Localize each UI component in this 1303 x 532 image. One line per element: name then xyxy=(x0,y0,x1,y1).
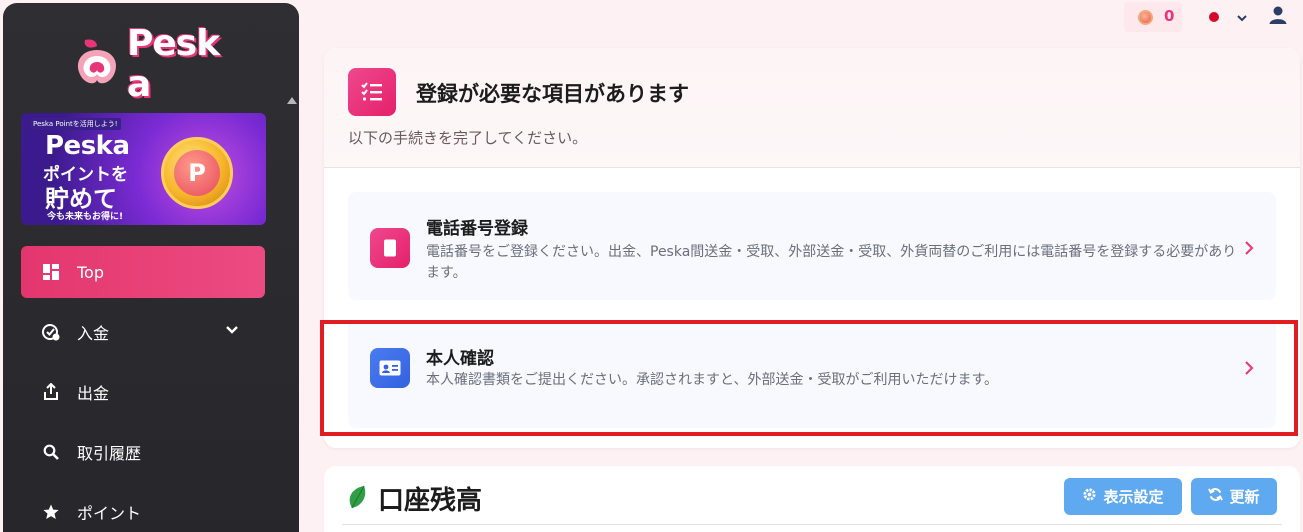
chevron-down-icon[interactable] xyxy=(1236,9,1248,28)
user-icon[interactable] xyxy=(1268,5,1288,29)
search-icon xyxy=(41,444,61,460)
refresh-icon xyxy=(1208,487,1224,506)
japan-flag-icon[interactable] xyxy=(1209,12,1219,22)
peach-logo-icon xyxy=(69,36,125,92)
sidebar-item-label: 入金 xyxy=(77,324,110,343)
notice-subtitle: 以下の手続きを完了してください。 xyxy=(348,129,588,147)
gear-icon xyxy=(1082,487,1097,506)
sidebar-item-top[interactable]: Top xyxy=(21,246,265,298)
task-description: 電話番号をご登録ください。出金、Peska間送金・受取、外部送金・受取、外貨両替… xyxy=(426,244,1237,281)
chevron-down-icon[interactable] xyxy=(225,322,239,341)
task-title: 電話番号登録 xyxy=(426,219,528,239)
display-settings-label: 表示設定 xyxy=(1103,488,1164,506)
logo-text: Pesk a xyxy=(127,23,220,105)
divider xyxy=(342,524,1282,525)
account-balance-card: 口座残高 表示設定 更新 xyxy=(324,466,1300,532)
point-coin-icon: P xyxy=(161,137,233,209)
coin-letter: P xyxy=(174,150,220,196)
point-coin-icon xyxy=(1138,10,1153,25)
task-identity-verification[interactable]: 本人確認 本人確認書類をご提出ください。承認されますと、外部送金・受取がご利用い… xyxy=(348,320,1276,428)
balance-title: 口座残高 xyxy=(378,486,483,516)
sidebar-item-points[interactable]: ポイント xyxy=(21,486,265,532)
sidebar-item-label: Top xyxy=(77,262,104,282)
banner-small-text: Peska Pointを活用しよう! xyxy=(30,118,121,130)
points-badge[interactable]: 0 xyxy=(1124,2,1182,32)
sidebar-item-history[interactable]: 取引履歴 xyxy=(21,426,265,478)
sidebar: Pesk a Peska Pointを活用しよう! Peska ポイントを 貯め… xyxy=(3,3,299,532)
phone-icon xyxy=(370,228,410,268)
leaf-icon xyxy=(346,484,368,514)
display-settings-button[interactable]: 表示設定 xyxy=(1064,478,1182,515)
star-icon xyxy=(41,504,61,520)
sidebar-item-label: 出金 xyxy=(77,384,110,403)
sidebar-item-withdraw[interactable]: 出金 xyxy=(21,366,265,418)
dashboard-icon xyxy=(41,264,61,280)
sidebar-item-deposit[interactable]: 入金 xyxy=(21,306,265,358)
notice-title: 登録が必要な項目があります xyxy=(416,82,689,106)
id-card-icon xyxy=(370,348,410,388)
checklist-icon xyxy=(348,68,396,116)
scroll-up-arrow-icon[interactable] xyxy=(287,97,297,104)
points-value: 0 xyxy=(1164,7,1175,25)
registration-notice-card: 登録が必要な項目があります 以下の手続きを完了してください。 電話番号登録 電話… xyxy=(324,48,1300,448)
points-promo-banner[interactable]: Peska Pointを活用しよう! Peska ポイントを 貯めて 今も未来も… xyxy=(21,113,266,225)
task-title: 本人確認 xyxy=(426,349,494,369)
sidebar-item-label: ポイント xyxy=(77,504,142,523)
refresh-label: 更新 xyxy=(1229,488,1260,506)
peska-logo[interactable]: Pesk a xyxy=(69,23,239,105)
notice-header: 登録が必要な項目があります 以下の手続きを完了してください。 xyxy=(324,48,1300,168)
task-phone-registration[interactable]: 電話番号登録 電話番号をご登録ください。出金、Peska間送金・受取、外部送金・… xyxy=(348,192,1276,300)
chevron-right-icon[interactable] xyxy=(1244,360,1254,379)
sidebar-item-label: 取引履歴 xyxy=(77,444,142,463)
refresh-button[interactable]: 更新 xyxy=(1191,478,1277,515)
withdraw-icon xyxy=(41,383,61,401)
task-description: 本人確認書類をご提出ください。承認されますと、外部送金・受取がご利用いただけます… xyxy=(426,372,999,388)
chevron-right-icon[interactable] xyxy=(1244,240,1254,259)
banner-line1: Peska xyxy=(45,131,130,161)
banner-line4: 今も未来もお得に! xyxy=(47,212,124,222)
deposit-icon xyxy=(41,323,61,341)
